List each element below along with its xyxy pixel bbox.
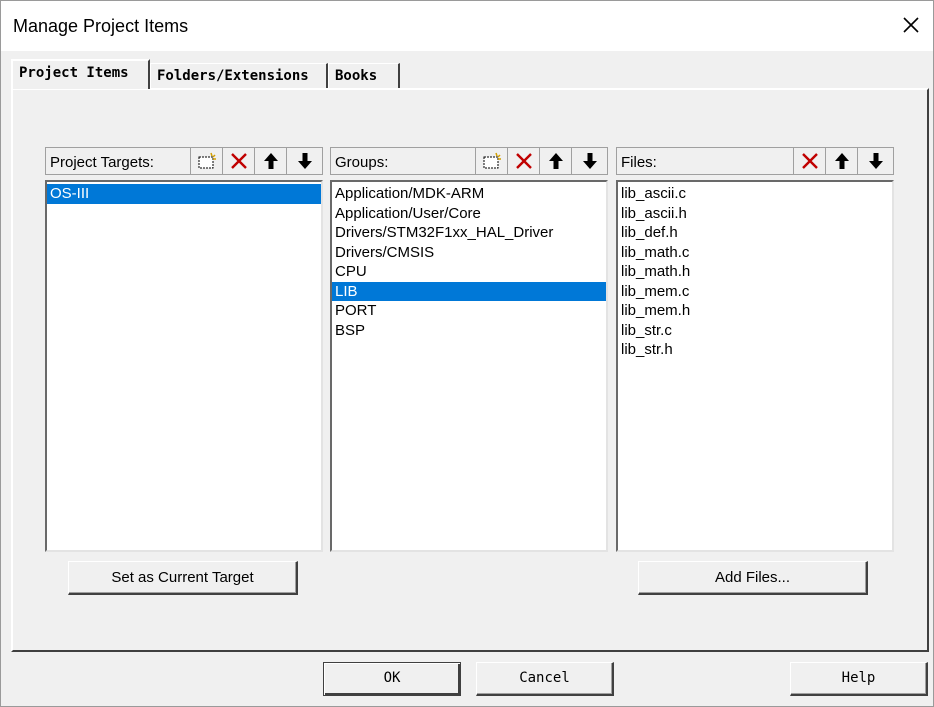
dialog-title: Manage Project Items xyxy=(13,16,189,36)
groups-label: Groups: xyxy=(335,154,389,171)
group-list-item[interactable]: LIB xyxy=(332,281,606,301)
files-list[interactable]: lib_ascii.c lib_ascii.h lib_def.h lib_math.… xyxy=(616,180,894,552)
cancel-button[interactable]: Cancel xyxy=(476,662,614,696)
file-list-item[interactable]: lib_mem.h xyxy=(618,301,892,321)
add-files-button[interactable]: Add Files... xyxy=(638,561,868,595)
groups-header: Groups: xyxy=(330,147,608,175)
arrow-down-icon[interactable] xyxy=(857,148,893,174)
file-list-item[interactable]: lib_ascii.c xyxy=(618,184,892,204)
file-list-item[interactable]: lib_ascii.h xyxy=(618,204,892,224)
target-list-item[interactable]: OS-III xyxy=(47,184,321,204)
new-item-icon[interactable] xyxy=(190,148,222,174)
title-bar: Manage Project Items xyxy=(1,1,933,51)
arrow-down-icon[interactable] xyxy=(571,148,607,174)
file-list-item[interactable]: lib_def.h xyxy=(618,223,892,243)
files-label: Files: xyxy=(621,154,657,171)
set-current-target-button[interactable]: Set as Current Target xyxy=(68,561,298,595)
arrow-up-icon[interactable] xyxy=(825,148,857,174)
group-list-item[interactable]: Application/User/Core xyxy=(332,204,606,224)
arrow-down-icon[interactable] xyxy=(286,148,322,174)
group-list-item[interactable]: BSP xyxy=(332,321,606,341)
files-header: Files: xyxy=(616,147,894,175)
tab-label: Project Items xyxy=(19,65,129,81)
arrow-up-icon[interactable] xyxy=(539,148,571,174)
group-list-item[interactable]: Application/MDK-ARM xyxy=(332,184,606,204)
ok-button[interactable]: OK xyxy=(323,662,461,696)
delete-icon[interactable] xyxy=(507,148,539,174)
group-list-item[interactable]: Drivers/STM32F1xx_HAL_Driver xyxy=(332,223,606,243)
group-list-item[interactable]: CPU xyxy=(332,262,606,282)
tab-label: Folders/Extensions xyxy=(157,68,309,84)
tab-folders-extensions[interactable]: Folders/Extensions xyxy=(150,63,328,89)
close-icon[interactable] xyxy=(899,13,923,37)
delete-icon[interactable] xyxy=(222,148,254,174)
targets-list[interactable]: OS-III xyxy=(45,180,323,552)
file-list-item[interactable]: lib_math.c xyxy=(618,243,892,263)
targets-label: Project Targets: xyxy=(50,154,154,171)
group-list-item[interactable]: PORT xyxy=(332,301,606,321)
file-list-item[interactable]: lib_str.h xyxy=(618,340,892,360)
tab-label: Books xyxy=(335,68,378,84)
delete-icon[interactable] xyxy=(793,148,825,174)
groups-list[interactable]: Application/MDK-ARM Application/User/Core… xyxy=(330,180,608,552)
file-list-item[interactable]: lib_str.c xyxy=(618,321,892,341)
manage-project-items-dialog: Manage Project Items Project Items Folde… xyxy=(0,0,934,707)
tab-books[interactable]: Books xyxy=(328,63,400,89)
help-button[interactable]: Help xyxy=(790,662,928,696)
file-list-item[interactable]: lib_math.h xyxy=(618,262,892,282)
tab-project-items[interactable]: Project Items xyxy=(11,59,150,89)
group-list-item[interactable]: Drivers/CMSIS xyxy=(332,243,606,263)
targets-header: Project Targets: xyxy=(45,147,323,175)
file-list-item[interactable]: lib_mem.c xyxy=(618,282,892,302)
arrow-up-icon[interactable] xyxy=(254,148,286,174)
new-item-icon[interactable] xyxy=(475,148,507,174)
